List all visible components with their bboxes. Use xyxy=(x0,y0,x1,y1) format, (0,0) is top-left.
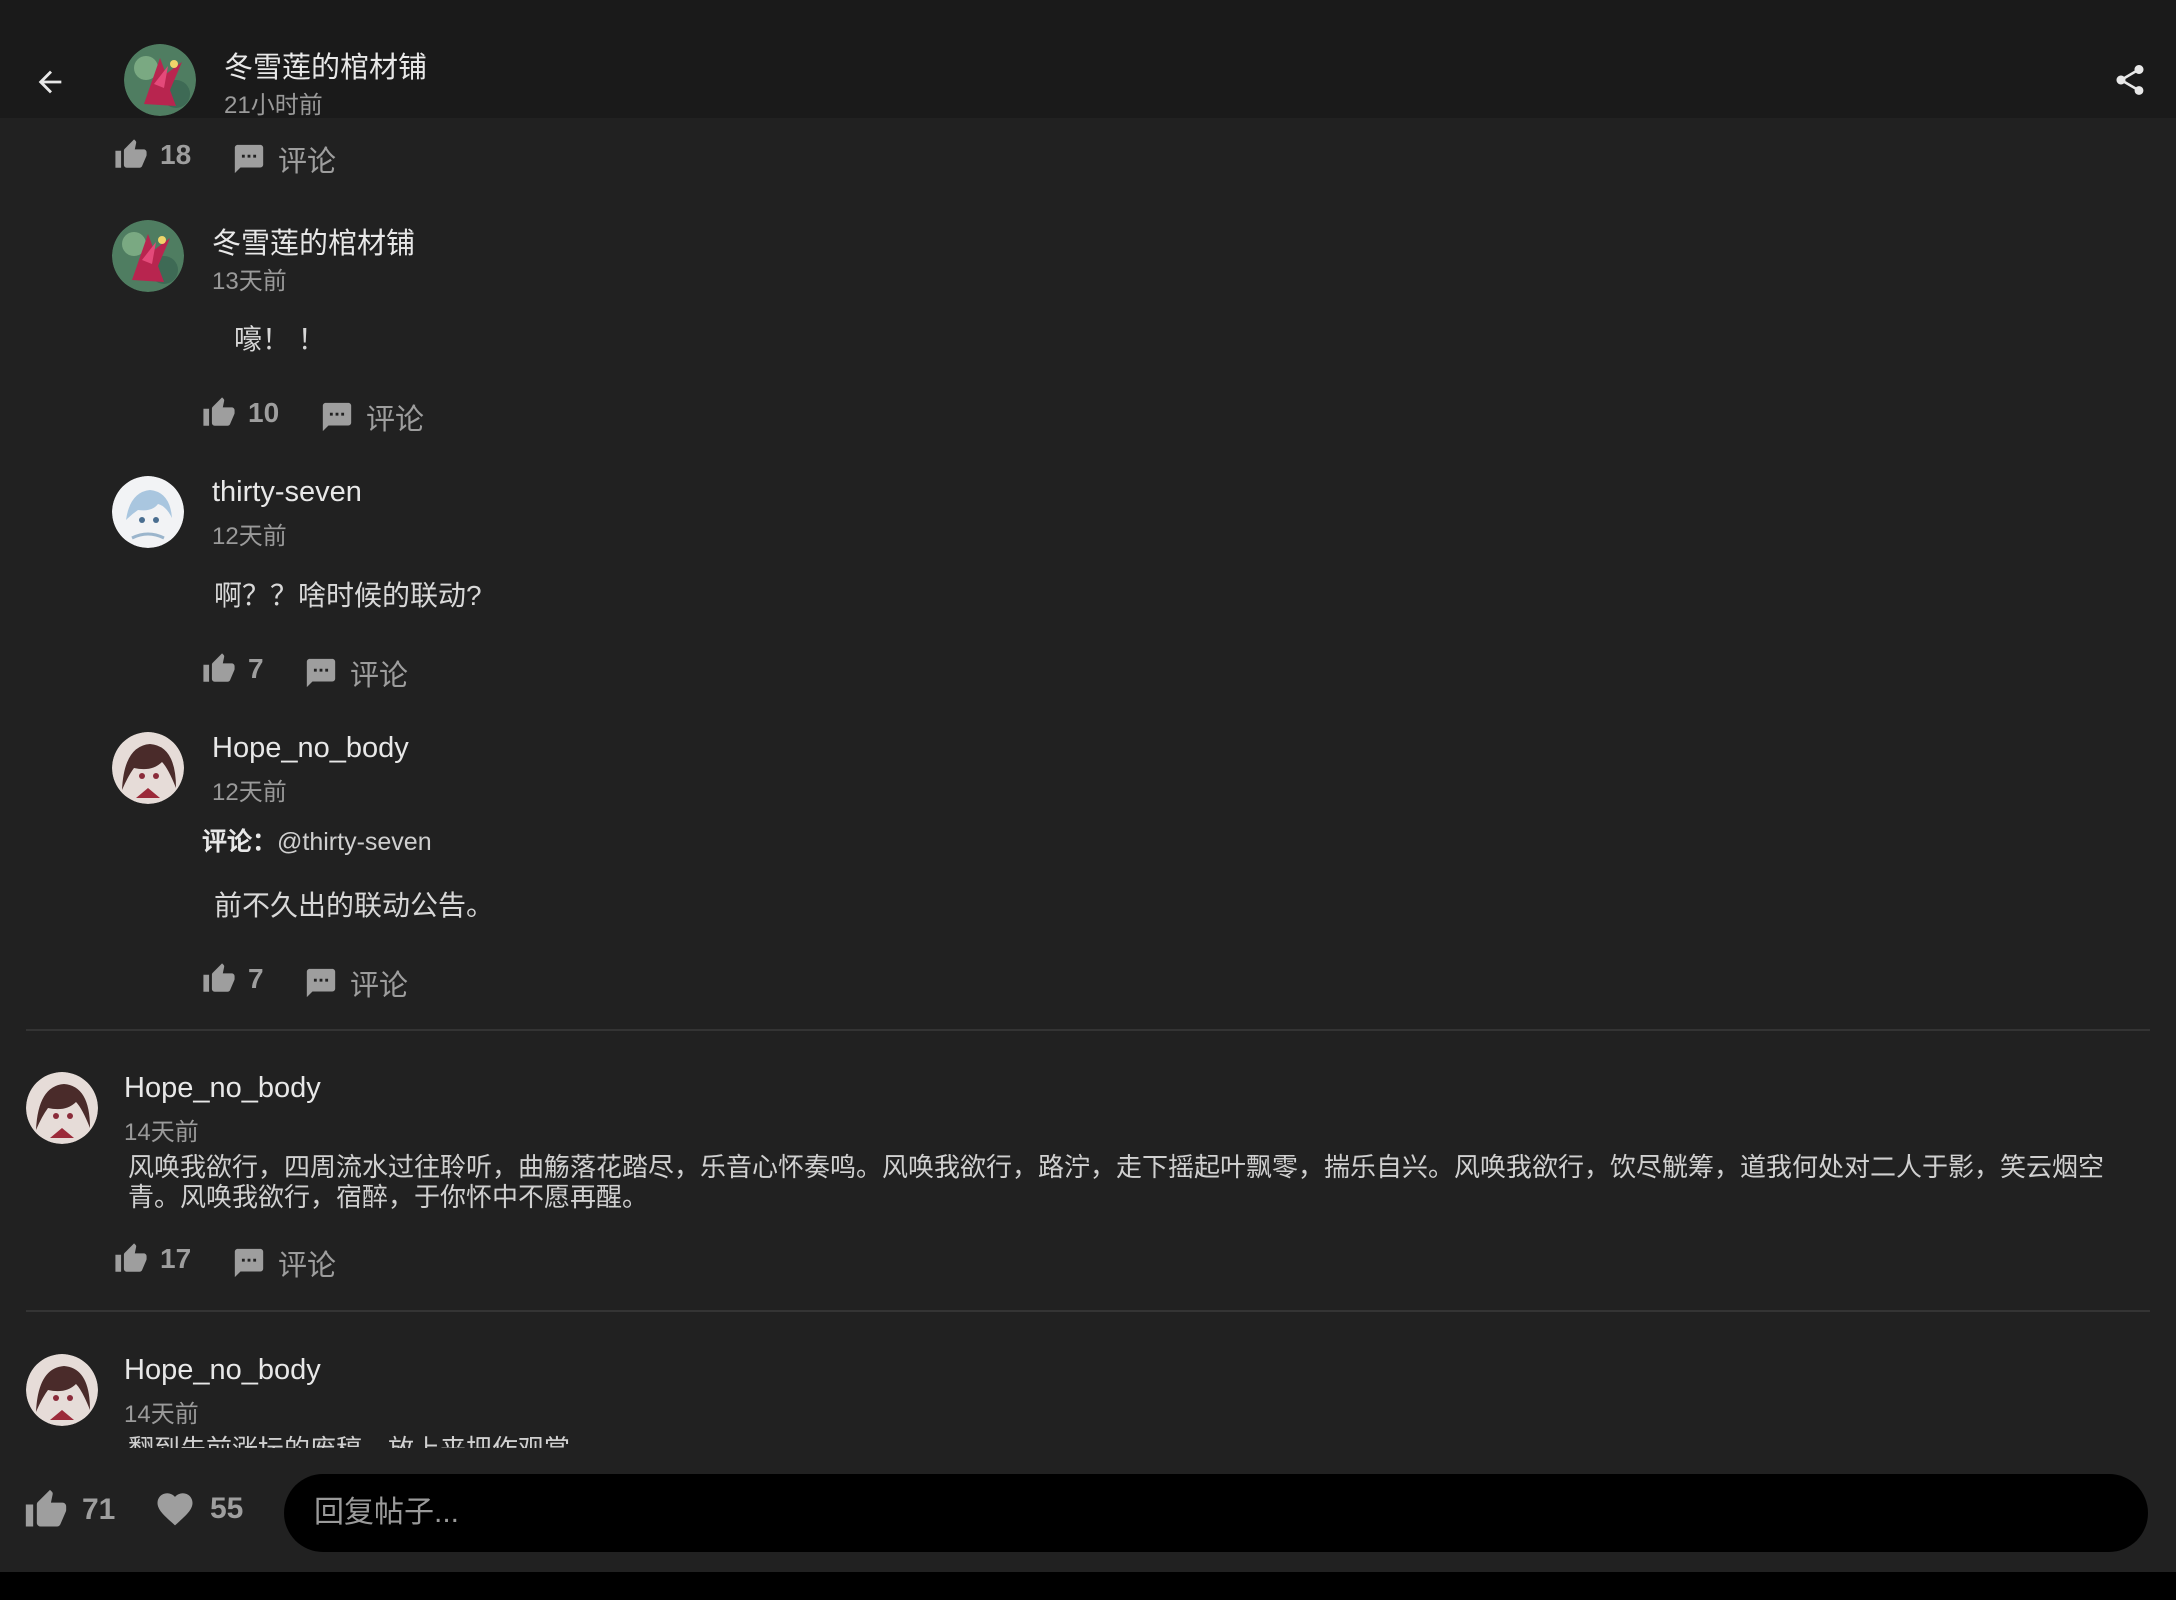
share-button[interactable] xyxy=(2108,58,2152,102)
like-count: 7 xyxy=(248,653,264,684)
like-count: 18 xyxy=(160,139,192,170)
top-bar: 冬雪莲的棺材铺 21小时前 xyxy=(0,0,2176,119)
reply-reference: 评论：@thirty-seven xyxy=(202,822,432,858)
system-nav-bar xyxy=(0,1572,2176,1600)
divider xyxy=(26,1029,2150,1031)
reply-prefix: 评论： xyxy=(202,828,278,856)
comment-label: 评论 xyxy=(366,404,425,436)
comment-list[interactable]: 18 评论 冬雪莲的棺材铺 13天前 嚎！ ！ 10 评论 thirty-sev… xyxy=(0,118,2176,1448)
like-button[interactable]: 7 xyxy=(202,962,264,996)
comment-label: 评论 xyxy=(350,660,409,692)
arrow-left-icon xyxy=(38,70,62,94)
like-button[interactable]: 7 xyxy=(202,652,264,686)
comment-bubble-icon xyxy=(320,400,354,434)
post-username[interactable]: Hope_no_body xyxy=(124,1354,321,1387)
like-button[interactable]: 17 xyxy=(114,1242,191,1276)
comment-bubble-icon xyxy=(232,142,266,176)
thumb-up-icon xyxy=(202,962,236,996)
reply-time: 13天前 xyxy=(212,268,287,295)
reply-time: 12天前 xyxy=(212,779,287,806)
heart-icon xyxy=(157,1493,193,1526)
bottom-bar: 71 55 xyxy=(0,1448,2176,1572)
reply-username[interactable]: thirty-seven xyxy=(212,476,362,509)
comment-button[interactable]: 评论 xyxy=(304,652,408,694)
post-username[interactable]: Hope_no_body xyxy=(124,1072,321,1105)
like-button[interactable]: 10 xyxy=(202,396,279,430)
comment-button[interactable]: 评论 xyxy=(232,138,336,180)
post-text: 风唤我欲行，四周流水过往聆听，曲觞落花踏尽，乐音心怀奏鸣。风唤我欲行，路泞，走下… xyxy=(128,1152,2105,1212)
back-button[interactable] xyxy=(28,60,72,104)
comment-button[interactable]: 评论 xyxy=(232,1242,336,1284)
comment-label: 评论 xyxy=(278,1250,337,1282)
avatar[interactable] xyxy=(124,44,196,116)
like-button[interactable]: 18 xyxy=(114,138,191,172)
thumb-up-icon xyxy=(114,1242,148,1276)
thumb-up-icon xyxy=(24,1488,68,1532)
divider xyxy=(26,1310,2150,1312)
thumb-up-icon xyxy=(202,396,236,430)
comment-label: 评论 xyxy=(278,146,337,178)
post-time: 21小时前 xyxy=(224,92,323,119)
like-count: 17 xyxy=(160,1243,192,1274)
avatar[interactable] xyxy=(112,476,184,548)
favorite-count: 55 xyxy=(210,1492,244,1525)
thumb-up-icon xyxy=(202,652,236,686)
reply-username[interactable]: 冬雪莲的棺材铺 xyxy=(212,220,415,262)
like-count: 10 xyxy=(248,397,280,428)
like-count: 7 xyxy=(248,963,264,994)
reply-text: 前不久出的联动公告。 xyxy=(214,890,495,921)
post-time: 14天前 xyxy=(124,1119,199,1146)
favorite-button[interactable]: 55 xyxy=(154,1488,243,1530)
post-time: 14天前 xyxy=(124,1401,199,1428)
comment-bubble-icon xyxy=(232,1246,266,1280)
avatar[interactable] xyxy=(112,220,184,292)
comment-button[interactable]: 评论 xyxy=(320,396,424,438)
avatar[interactable] xyxy=(112,732,184,804)
reply-text: 嚎！ ！ xyxy=(234,324,326,355)
share-icon xyxy=(2116,65,2144,95)
thumb-up-icon xyxy=(114,138,148,172)
avatar[interactable] xyxy=(26,1072,98,1144)
comment-bubble-icon xyxy=(304,656,338,690)
post-like-count: 71 xyxy=(82,1493,116,1526)
reply-mention[interactable]: @thirty-seven xyxy=(277,828,432,856)
comment-bubble-icon xyxy=(304,966,338,1000)
post-text: 翻到先前涨坛的废稿，放上来把作观赏 xyxy=(128,1434,2128,1448)
comment-label: 评论 xyxy=(350,970,409,1002)
comment-button[interactable]: 评论 xyxy=(304,962,408,1004)
reply-time: 12天前 xyxy=(212,523,287,550)
reply-text: 啊？？啥时候的联动? xyxy=(214,580,482,611)
avatar[interactable] xyxy=(26,1354,98,1426)
post-like-button[interactable]: 71 xyxy=(24,1488,115,1532)
reply-input[interactable] xyxy=(284,1474,2148,1552)
reply-username[interactable]: Hope_no_body xyxy=(212,732,409,765)
post-author-name[interactable]: 冬雪莲的棺材铺 xyxy=(224,44,427,86)
